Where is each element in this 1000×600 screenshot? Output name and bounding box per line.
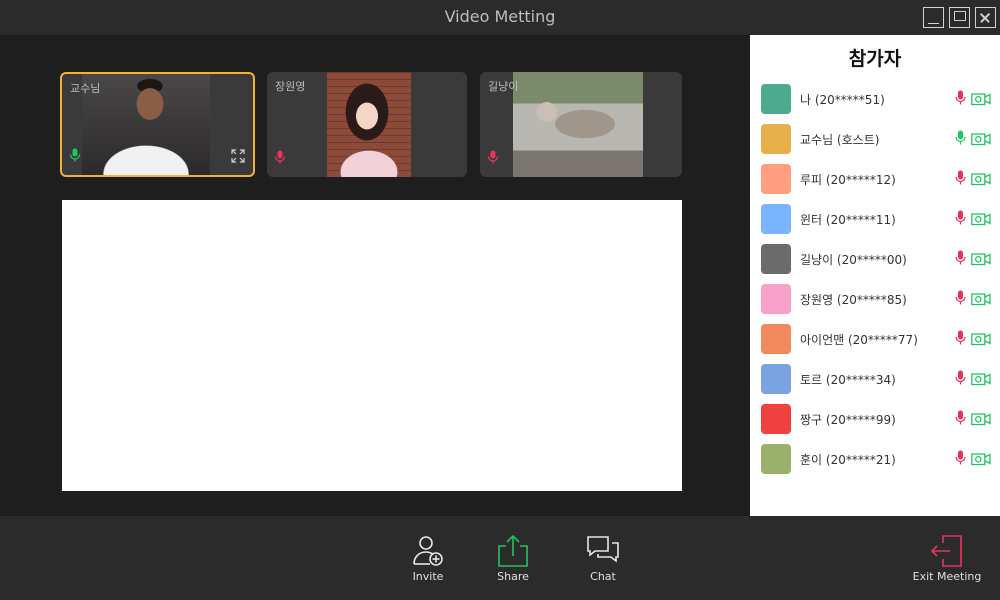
chat-button[interactable]: Chat (573, 534, 633, 583)
video-tile-cat[interactable]: 길냥이 (480, 72, 682, 177)
participant-row[interactable]: 길냥이 (20*****00) (750, 240, 1000, 280)
share-label: Share (497, 570, 529, 583)
camera-icon[interactable] (971, 451, 991, 470)
camera-icon[interactable] (971, 211, 991, 230)
camera-icon[interactable] (971, 411, 991, 430)
participant-name: 장원영 (20*****85) (800, 293, 907, 307)
avatar (761, 244, 791, 274)
participant-video (513, 72, 643, 177)
tile-name: 교수님 (70, 82, 101, 95)
participant-row[interactable]: 아이언맨 (20*****77) (750, 320, 1000, 360)
mic-muted-icon[interactable] (955, 250, 966, 269)
mic-muted-icon[interactable] (955, 170, 966, 189)
title-bar: Video Metting (0, 0, 1000, 35)
mic-muted-icon[interactable] (955, 210, 966, 229)
avatar (761, 404, 791, 434)
invite-button[interactable]: Invite (398, 534, 458, 583)
add-user-icon (413, 536, 443, 566)
camera-icon[interactable] (971, 171, 991, 190)
chat-label: Chat (590, 570, 616, 583)
avatar (761, 324, 791, 354)
mic-muted-icon (274, 149, 286, 168)
camera-icon[interactable] (971, 371, 991, 390)
avatar (761, 284, 791, 314)
tile-name: 길냥이 (488, 80, 519, 93)
fullscreen-icon[interactable] (231, 148, 245, 167)
chat-icon (587, 536, 619, 563)
participant-row[interactable]: 교수님 (호스트) (750, 120, 1000, 160)
mic-muted-icon[interactable] (955, 370, 966, 389)
invite-label: Invite (412, 570, 444, 583)
camera-icon[interactable] (971, 331, 991, 350)
participant-name: 윈터 (20*****11) (800, 213, 896, 227)
participant-name: 길냥이 (20*****00) (800, 253, 907, 267)
mic-on-icon[interactable] (955, 130, 966, 149)
participant-row[interactable]: 훈이 (20*****21) (750, 440, 1000, 480)
minimize-button[interactable] (923, 7, 944, 28)
mic-muted-icon[interactable] (955, 90, 966, 109)
avatar (761, 84, 791, 114)
exit-meeting-button[interactable]: Exit Meeting (907, 534, 987, 583)
participant-row[interactable]: 토르 (20*****34) (750, 360, 1000, 400)
participant-row[interactable]: 나 (20*****51) (750, 80, 1000, 120)
video-area: 교수님 장원영 길냥이 (0, 35, 750, 516)
participant-name: 루피 (20*****12) (800, 173, 896, 187)
participant-name: 나 (20*****51) (800, 93, 885, 107)
close-button[interactable] (975, 7, 996, 28)
participant-list: 나 (20*****51) 교수님 (호스트) 루피 (20*****12) 윈터 (… (750, 80, 1000, 480)
participant-row[interactable]: 장원영 (20*****85) (750, 280, 1000, 320)
share-button[interactable]: Share (483, 534, 543, 583)
mic-muted-icon (487, 149, 499, 168)
avatar (761, 204, 791, 234)
panel-title: 참가자 (848, 48, 902, 70)
bottom-toolbar: Invite Share Chat Exit Meeting (0, 516, 1000, 600)
window-title: Video Metting (444, 7, 556, 26)
participant-name: 토르 (20*****34) (800, 373, 896, 387)
camera-icon[interactable] (971, 251, 991, 270)
avatar (761, 364, 791, 394)
participant-row[interactable]: 루피 (20*****12) (750, 160, 1000, 200)
video-tile-professor[interactable]: 교수님 (60, 72, 255, 177)
camera-icon[interactable] (971, 91, 991, 110)
participant-name: 짱구 (20*****99) (800, 413, 896, 427)
share-icon (498, 534, 528, 567)
mic-muted-icon[interactable] (955, 330, 966, 349)
mic-muted-icon[interactable] (955, 290, 966, 309)
shared-screen (62, 200, 682, 491)
participant-name: 교수님 (호스트) (800, 133, 880, 147)
participant-video (82, 74, 210, 175)
participant-row[interactable]: 윈터 (20*****11) (750, 200, 1000, 240)
mic-muted-icon[interactable] (955, 410, 966, 429)
avatar (761, 164, 791, 194)
exit-icon (930, 535, 962, 567)
maximize-button[interactable] (949, 7, 970, 28)
participants-panel: 참가자 나 (20*****51) 교수님 (호스트) 루피 (20*****12)… (750, 35, 1000, 516)
participant-name: 훈이 (20*****21) (800, 453, 896, 467)
participant-row[interactable]: 짱구 (20*****99) (750, 400, 1000, 440)
exit-meeting-label: Exit Meeting (912, 570, 982, 583)
participant-name: 아이언맨 (20*****77) (800, 333, 918, 347)
camera-icon[interactable] (971, 131, 991, 150)
avatar (761, 444, 791, 474)
mic-muted-icon[interactable] (955, 450, 966, 469)
tile-name: 장원영 (275, 80, 306, 93)
camera-icon[interactable] (971, 291, 991, 310)
participant-video (327, 72, 411, 177)
avatar (761, 124, 791, 154)
video-tile-jangwonyoung[interactable]: 장원영 (267, 72, 467, 177)
mic-on-icon (69, 147, 81, 166)
